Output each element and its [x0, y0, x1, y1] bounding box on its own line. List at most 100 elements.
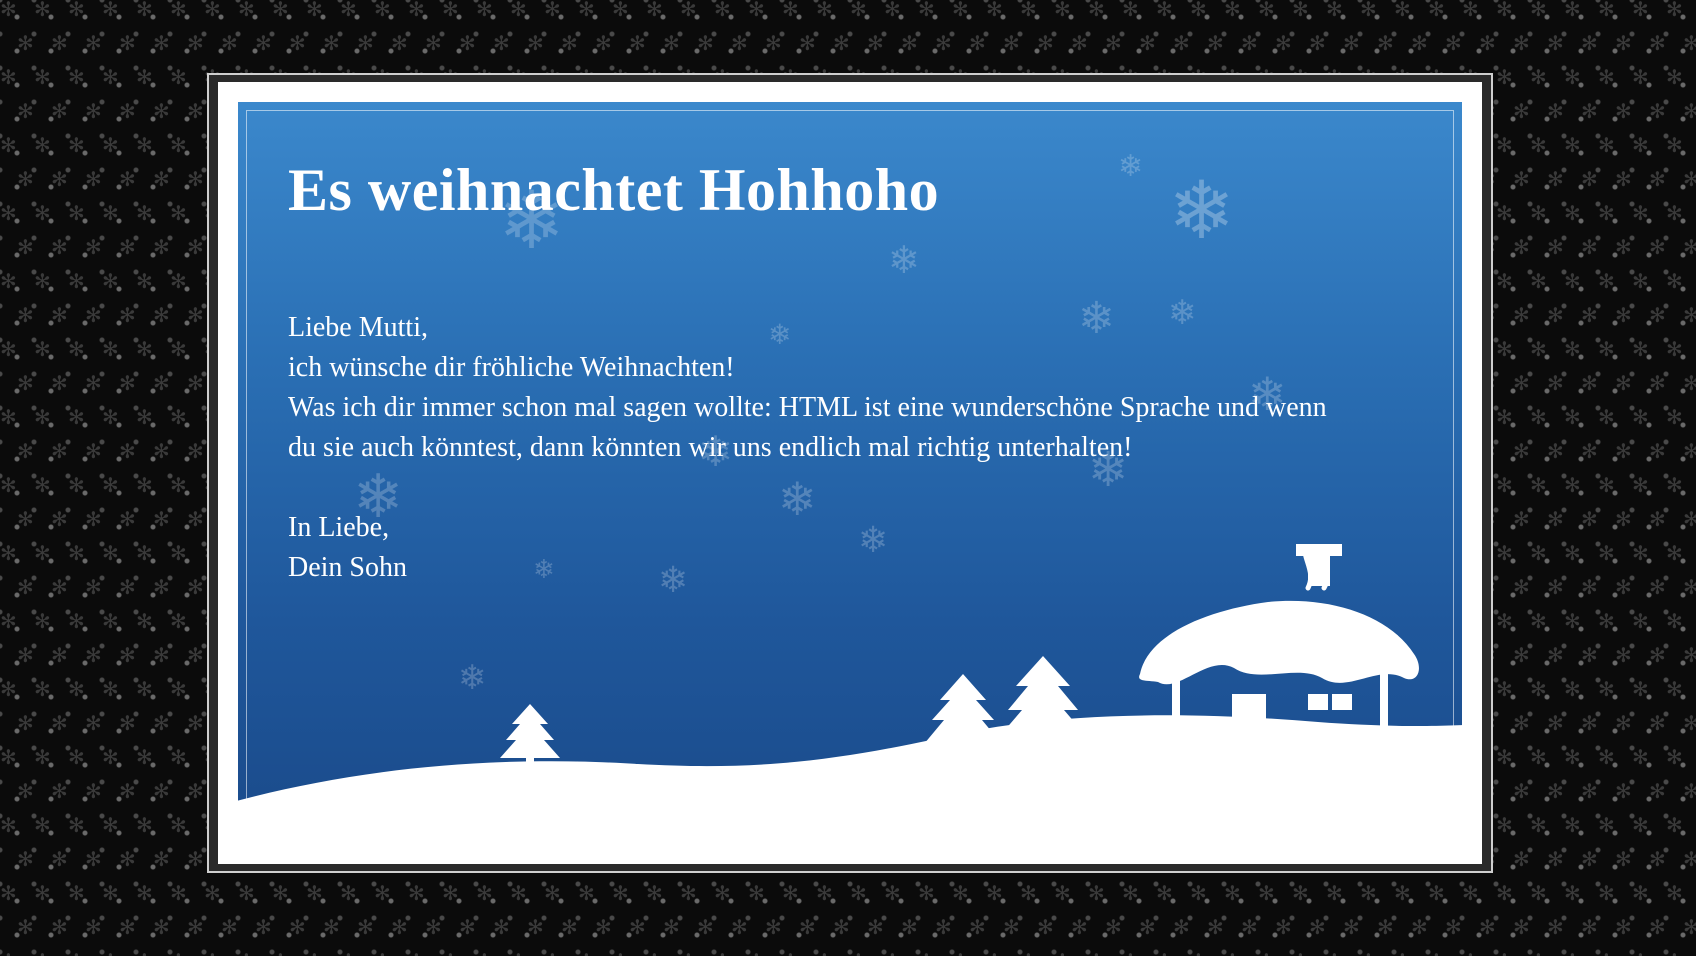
christmas-card: ❄ ❄ ❄ ❄ ❄ ❄ ❄ ❄ ❄ ❄ ❄ ❄ ❄ ❄ ❄ ❄ Es weihn… — [218, 82, 1482, 864]
snowflake-icon: ✻ — [119, 373, 136, 395]
snowflake-icon: ✻ — [493, 917, 510, 939]
snowflake-icon: ✻ — [187, 713, 204, 735]
snowflake-icon: ✻ — [1411, 33, 1428, 55]
snowflake-icon: ✻ — [68, 815, 85, 837]
snowflake-icon: ✻ — [1513, 373, 1530, 395]
snowflake-icon: ✻ — [765, 917, 782, 939]
snowflake-icon: ✻ — [1547, 441, 1564, 463]
snowflake-icon: ✻ — [1564, 271, 1581, 293]
snowflake-icon: ✻ — [1547, 101, 1564, 123]
snowflake-icon: ✻ — [1071, 917, 1088, 939]
snowflake-icon: ✻ — [238, 883, 255, 905]
snowflake-icon: ✻ — [119, 101, 136, 123]
snowflake-icon: ✻ — [204, 952, 221, 956]
snowflake-icon: ✻ — [782, 883, 799, 905]
snowflake-icon: ✻ — [17, 645, 34, 667]
snowflake-icon: ✻ — [187, 169, 204, 191]
snowflake-icon: ✻ — [1615, 441, 1632, 463]
snowflake-icon: ✻ — [187, 33, 204, 55]
snowflake-icon: ✻ — [1496, 0, 1513, 21]
snowflake-icon: ✻ — [1309, 33, 1326, 55]
snowflake-icon: ✻ — [850, 0, 867, 21]
snowflake-icon: ✻ — [1190, 0, 1207, 21]
snowflake-icon: ✻ — [748, 0, 765, 21]
snowflake-icon: ✻ — [51, 645, 68, 667]
snowflake-icon: ✻ — [17, 169, 34, 191]
snowflake-icon: ✻ — [1564, 679, 1581, 701]
snowflake-icon: ✻ — [1054, 883, 1071, 905]
snowflake-icon: ✻ — [119, 781, 136, 803]
snowflake-icon: ✻ — [510, 0, 527, 21]
snowflake-icon: ✻ — [1054, 952, 1071, 956]
snowflake-icon: ✻ — [272, 0, 289, 21]
snowflake-icon: ✻ — [901, 33, 918, 55]
snowflake-icon: ✻ — [1428, 952, 1445, 956]
snowflake-icon: ✻ — [1632, 67, 1649, 89]
snowflake-icon: ✻ — [153, 917, 170, 939]
snowflake-icon: ✻ — [1683, 713, 1696, 735]
snowflake-icon: ✻ — [0, 475, 17, 497]
snowflake-icon: ✻ — [1598, 611, 1615, 633]
snowflake-icon: ✻ — [986, 0, 1003, 21]
snowflake-icon: ✻ — [527, 917, 544, 939]
snowflake-icon: ✻ — [1513, 101, 1530, 123]
snowflake-icon: ❄ — [1168, 168, 1236, 256]
snowflake-icon: ✻ — [272, 883, 289, 905]
snowflake-icon: ✻ — [51, 237, 68, 259]
snowflake-icon: ✻ — [85, 169, 102, 191]
snowflake-icon: ✻ — [1598, 339, 1615, 361]
snowflake-icon: ✻ — [1513, 917, 1530, 939]
snowflake-icon: ✻ — [1632, 0, 1649, 21]
snowflake-icon: ✻ — [374, 883, 391, 905]
snowflake-icon: ✻ — [238, 952, 255, 956]
snowflake-icon: ✻ — [0, 815, 17, 837]
snowflake-icon: ✻ — [136, 611, 153, 633]
snowflake-icon: ✻ — [85, 577, 102, 599]
snowflake-icon: ✻ — [1513, 441, 1530, 463]
snowflake-icon: ✻ — [408, 883, 425, 905]
snowflake-icon: ✻ — [1275, 33, 1292, 55]
snowflake-icon: ✻ — [629, 917, 646, 939]
snowflake-icon: ✻ — [1122, 883, 1139, 905]
snowflake-icon: ✻ — [1649, 305, 1666, 327]
snowflake-icon: ✻ — [1037, 917, 1054, 939]
snowflake-icon: ✻ — [34, 135, 51, 157]
snowflake-icon: ✻ — [0, 407, 17, 429]
snowflake-icon: ✻ — [102, 815, 119, 837]
snowflake-icon: ✻ — [170, 407, 187, 429]
snowflake-icon: ✻ — [1615, 713, 1632, 735]
snowflake-icon: ✻ — [442, 952, 459, 956]
snowflake-icon: ✻ — [1598, 543, 1615, 565]
snowflake-icon: ✻ — [561, 33, 578, 55]
snowflake-icon: ✻ — [136, 747, 153, 769]
snowflake-icon: ✻ — [1530, 747, 1547, 769]
snowflake-icon: ✻ — [1190, 952, 1207, 956]
snowflake-icon: ✻ — [680, 952, 697, 956]
snowflake-icon: ✻ — [85, 305, 102, 327]
snowflake-icon: ✻ — [680, 883, 697, 905]
snowflake-icon: ✻ — [1224, 883, 1241, 905]
snowflake-icon: ✻ — [1666, 67, 1683, 89]
snowflake-icon: ✻ — [1530, 135, 1547, 157]
snowflake-icon: ✻ — [850, 952, 867, 956]
snowflake-icon: ✻ — [85, 713, 102, 735]
snowflake-icon: ✻ — [0, 747, 17, 769]
snowflake-icon: ✻ — [1666, 135, 1683, 157]
snowflake-icon: ✻ — [850, 883, 867, 905]
snowflake-icon: ✻ — [85, 917, 102, 939]
snowflake-icon: ✻ — [1581, 373, 1598, 395]
snowflake-icon: ✻ — [1683, 509, 1696, 531]
snowflake-icon: ✻ — [612, 883, 629, 905]
snowflake-icon: ✻ — [51, 509, 68, 531]
snowflake-icon: ✻ — [51, 169, 68, 191]
snowflake-icon: ✻ — [1666, 339, 1683, 361]
snowflake-icon: ✻ — [102, 475, 119, 497]
snowflake-icon: ✻ — [1530, 271, 1547, 293]
snowflake-icon: ✻ — [1649, 713, 1666, 735]
snowflake-icon: ✻ — [1394, 0, 1411, 21]
snowflake-icon: ✻ — [1326, 952, 1343, 956]
snowflake-icon: ✻ — [1513, 645, 1530, 667]
snowflake-icon: ✻ — [119, 577, 136, 599]
snowflake-icon: ✻ — [1496, 271, 1513, 293]
snowflake-icon: ✻ — [1530, 339, 1547, 361]
